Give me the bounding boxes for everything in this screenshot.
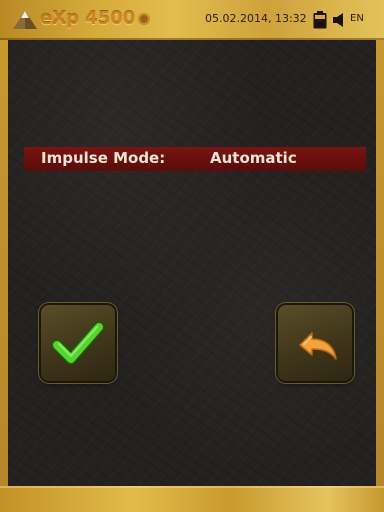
language-indicator[interactable]: EN [350,13,364,24]
speaker-icon[interactable] [332,13,346,27]
back-button[interactable] [278,305,352,381]
settings-panel [8,40,376,486]
frame-right [376,40,384,486]
checkmark-icon [51,321,105,365]
undo-arrow-icon [299,332,337,360]
date-time: 05.02.2014, 13:32 [205,12,307,25]
brand-logo: eXp 4500 [40,8,136,29]
status-bar: eXp 4500 05.02.2014, 13:32 EN [0,0,384,40]
impulse-mode-value: Automatic [210,149,297,167]
impulse-mode-label: Impulse Mode: [41,149,166,167]
confirm-button[interactable] [41,305,115,381]
pyramid-icon [13,11,37,29]
bottom-bar [0,486,384,512]
logo-dot-icon [138,13,150,25]
frame-left [0,40,8,486]
battery-icon [313,11,327,29]
impulse-mode-row[interactable]: Impulse Mode: Automatic [24,147,366,171]
